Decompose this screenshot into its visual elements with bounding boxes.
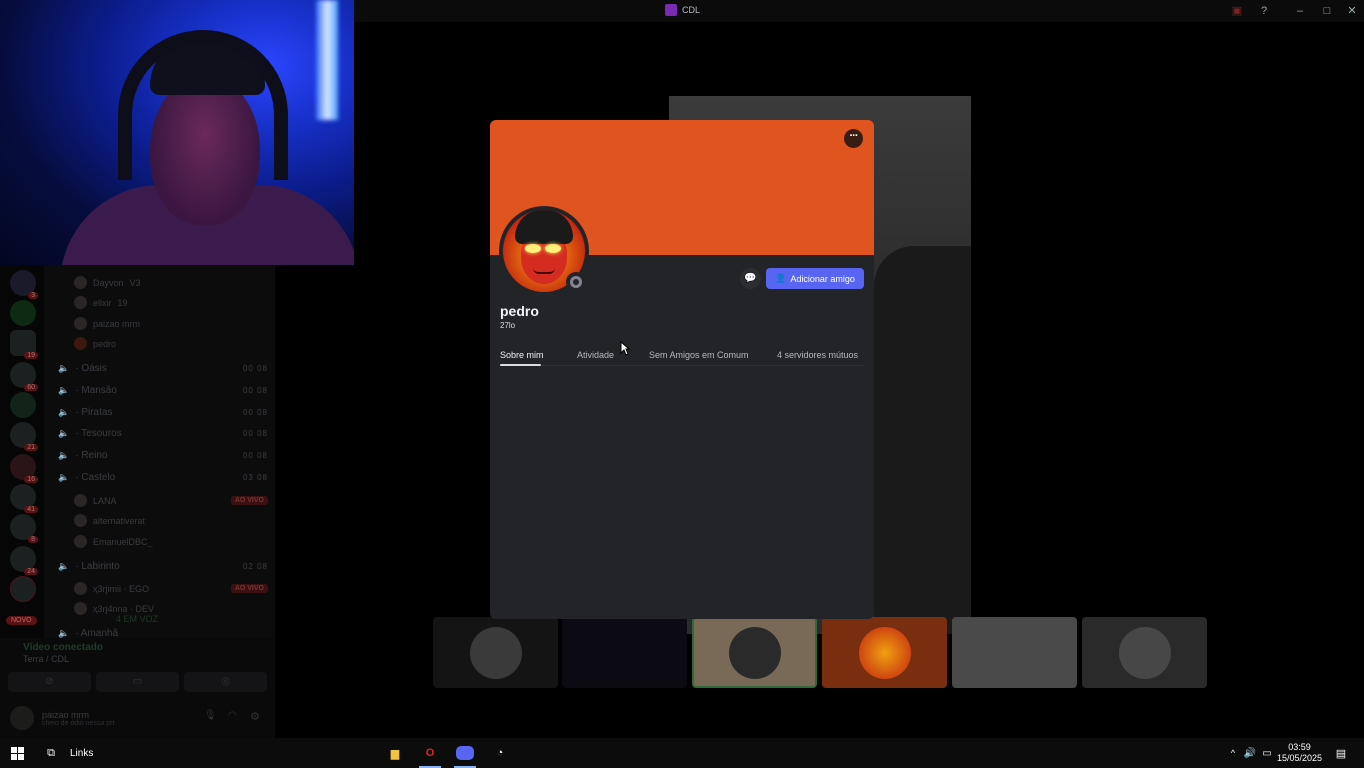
in-voice-indicator: 4 EM VOZ — [116, 614, 159, 624]
close-button[interactable]: ✕ — [1343, 2, 1361, 20]
voice-channel[interactable]: 🔈 · Reino 00 08 — [58, 450, 268, 461]
voice-channel[interactable]: 🔈 · Tesouros 00 08 — [58, 428, 268, 439]
voice-channel[interactable]: 🔈 · Mansão 00 08 — [58, 385, 268, 396]
speaker-icon: 🔈 — [58, 561, 70, 571]
voice-channel[interactable]: 🔈 · Piratas 00 08 — [58, 407, 268, 418]
server-icon[interactable]: 8 — [10, 514, 38, 543]
voice-user[interactable]: elixir 19 — [74, 296, 268, 309]
server-icon[interactable] — [10, 300, 36, 326]
network-icon[interactable]: ▭ — [1260, 738, 1274, 768]
current-user[interactable]: paizao mrm cheio de ódio nessa prr — [10, 706, 115, 730]
camera-off-button[interactable]: ⊘ — [8, 672, 91, 692]
minimize-button[interactable]: – — [1291, 2, 1309, 20]
tab-activity[interactable]: Atividade — [577, 350, 614, 360]
voice-user[interactable]: Dayvon V3 — [74, 276, 268, 289]
voice-channel[interactable]: 🔈 · Labirinto 02 08 — [58, 561, 268, 572]
participant-tile[interactable] — [1082, 617, 1207, 688]
add-friend-button[interactable]: 👤 Adicionar amigo — [766, 268, 864, 289]
webcam-overlay — [0, 0, 354, 265]
server-icon[interactable]: 19 — [10, 330, 38, 359]
speaker-icon: 🔈 — [58, 428, 70, 438]
voice-status: Vídeo conectado — [23, 642, 104, 653]
server-list: 3 19 60 21 16 41 8 24 — [0, 262, 44, 638]
server-icon[interactable]: 41 — [10, 484, 38, 513]
server-icon[interactable]: 3 — [10, 270, 38, 299]
participant-tile[interactable] — [562, 617, 687, 688]
server-icon[interactable] — [10, 392, 36, 418]
show-hidden-icons[interactable]: ^ — [1226, 738, 1240, 768]
notifications-icon[interactable]: ▤ — [1332, 738, 1350, 768]
participant-tile[interactable] — [822, 617, 947, 688]
server-icon[interactable]: 16 — [10, 454, 38, 483]
discord-taskbar-icon[interactable] — [450, 738, 480, 768]
server-icon[interactable]: 24 — [10, 546, 38, 575]
microphone-icon[interactable]: 🎙 — [204, 710, 217, 721]
speaker-icon: 🔈 — [58, 363, 70, 373]
voice-user[interactable]: alternativerat — [74, 514, 268, 527]
voice-channel-name[interactable]: Terra / CDL — [23, 654, 69, 664]
server-icon[interactable] — [10, 576, 36, 602]
window-title: CDL — [665, 4, 700, 16]
voice-channel[interactable]: 🔈 · Oásis 00 08 — [58, 363, 268, 374]
tab-mutual-friends[interactable]: Sem Amigos em Comum — [649, 350, 749, 360]
headphones-icon[interactable]: ◠ — [228, 710, 237, 721]
offline-status-icon — [566, 272, 586, 292]
voice-user[interactable]: LANA AO VIVO — [74, 494, 268, 507]
active-tab-indicator — [500, 364, 541, 366]
message-button[interactable]: 💬 — [740, 268, 761, 289]
participant-tile[interactable] — [433, 617, 558, 688]
voice-user[interactable]: EmanuelDBC_ — [74, 535, 268, 548]
settings-icon[interactable]: ⚙ — [250, 710, 260, 723]
voice-channel[interactable]: 🔈 · Castelo 03 08 — [58, 472, 268, 483]
volume-icon[interactable]: 🔊 — [1242, 738, 1258, 768]
participant-tile[interactable] — [692, 617, 817, 688]
start-button[interactable] — [4, 738, 30, 768]
speaker-icon: 🔈 — [58, 450, 70, 460]
voice-user[interactable]: ҳ3rjimii · EGO AO VIVO — [74, 582, 268, 595]
voice-connection-panel: Vídeo conectado Terra / CDL ⊘ ▭ ◎ paizao… — [0, 638, 275, 738]
speaker-icon: 🔈 — [58, 407, 70, 417]
help-icon[interactable]: ? — [1255, 2, 1273, 20]
profile-avatar[interactable] — [499, 206, 589, 296]
channel-list: Dayvon V3 elixir 19 paizao mrm pedro 🔈 · Oá… — [44, 262, 275, 639]
taskbar: ⧉ Links ▆ O ◔ ^ 🔊 ▭ 03:59 15/05/2025 ▤ — [0, 738, 1364, 768]
tab-mutual-servers[interactable]: 4 servidores mútuos — [777, 350, 858, 360]
new-badge: NOVO — [6, 616, 37, 625]
server-icon[interactable]: 60 — [10, 362, 38, 391]
speedtest-icon[interactable]: ◔ — [485, 738, 515, 768]
windows-icon — [10, 746, 24, 760]
participant-tile[interactable] — [952, 617, 1077, 688]
activity-button[interactable]: ◎ — [184, 672, 267, 692]
add-user-icon: 👤 — [775, 273, 787, 283]
profile-tabs: Sobre mim Atividade Sem Amigos em Comum … — [500, 350, 864, 366]
server-icon[interactable]: 21 — [10, 422, 38, 451]
opera-icon[interactable]: O — [415, 738, 445, 768]
discord-icon — [665, 4, 677, 16]
profile-username: 27lo — [500, 321, 516, 330]
tab-about-me[interactable]: Sobre mim — [500, 350, 544, 360]
task-view-icon[interactable]: ⧉ — [38, 738, 64, 768]
clock[interactable]: 03:59 15/05/2025 — [1277, 742, 1322, 764]
speaker-icon: 🔈 — [58, 472, 70, 482]
user-profile-modal: ··· 💬 👤 Adicionar amigo pedro 27lo Sobre… — [490, 120, 874, 619]
links-toolbar[interactable]: Links — [70, 738, 110, 768]
voice-user[interactable]: paizao mrm — [74, 317, 268, 330]
speaker-icon: 🔈 — [58, 385, 70, 395]
screen-share-icon[interactable]: ▣ — [1228, 2, 1246, 20]
file-explorer-icon[interactable]: ▆ — [380, 738, 410, 768]
avatar — [10, 706, 34, 730]
maximize-button[interactable]: □ — [1318, 2, 1336, 20]
more-options-button[interactable]: ··· — [844, 129, 863, 148]
profile-display-name: pedro — [500, 303, 539, 319]
screen-share-button[interactable]: ▭ — [96, 672, 179, 692]
voice-user[interactable]: pedro — [74, 337, 268, 350]
